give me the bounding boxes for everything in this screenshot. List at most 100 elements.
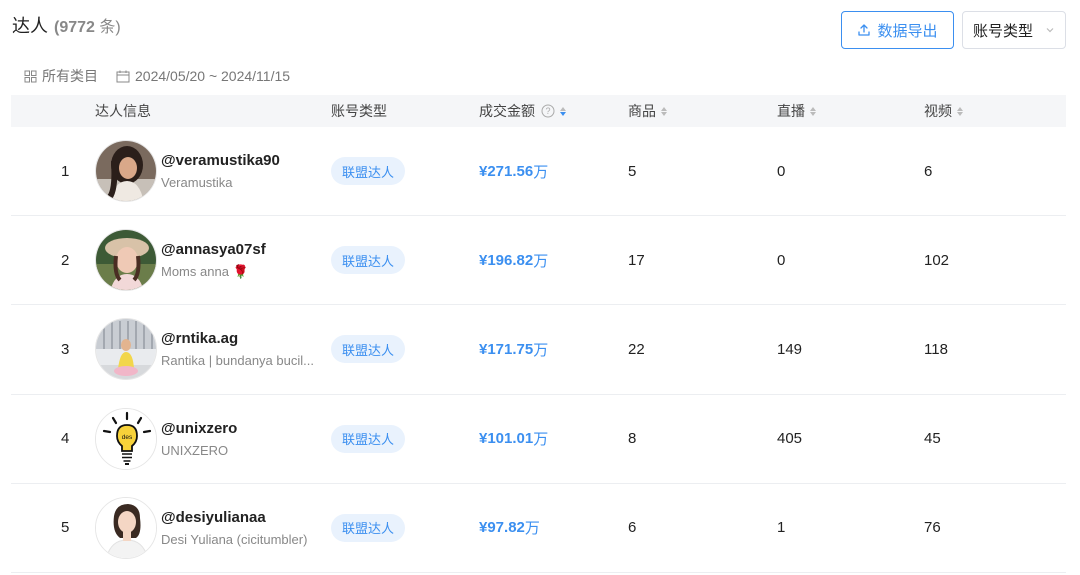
creator-nickname: Desi Yuliana (cicitumbler) — [161, 531, 308, 547]
video-cell: 102 — [924, 251, 950, 269]
avatar[interactable] — [95, 496, 157, 559]
grid-icon — [24, 70, 37, 82]
goods-cell: 5 — [628, 162, 637, 180]
sort-gmv-icon[interactable] — [560, 106, 566, 116]
creator-list-page: 达人 (9772 条) 数据导出 账号类型 所有类目 2024/05/20 ~ … — [0, 0, 1080, 575]
live-cell: 405 — [777, 430, 803, 448]
account-type-cell: 联盟达人 — [331, 305, 406, 393]
creator-info: @unixzero UNIXZERO — [161, 395, 237, 483]
sort-video-icon[interactable] — [957, 106, 963, 116]
creator-handle[interactable]: @desiyulianaa — [161, 509, 266, 526]
calendar-icon — [116, 70, 130, 82]
col-goods[interactable]: 商品 — [628, 101, 667, 121]
rank-cell: 3 — [61, 340, 70, 358]
creator-handle[interactable]: @unixzero — [161, 420, 237, 437]
count-number: 9772 — [59, 19, 95, 36]
account-type-select[interactable]: 账号类型 — [962, 11, 1066, 49]
goods-cell: 22 — [628, 340, 645, 358]
goods-cell: 17 — [628, 251, 645, 269]
rank-cell: 1 — [61, 162, 70, 180]
live-cell: 0 — [777, 162, 786, 180]
table-row[interactable]: 2 @annasya07sf Moms anna 🌹 联盟达人 ¥196.82 … — [11, 216, 1066, 306]
col-gmv[interactable]: 成交金额 ? — [479, 101, 566, 121]
gmv-cell: ¥97.82 万 — [479, 484, 540, 572]
creator-info: @annasya07sf Moms anna 🌹 — [161, 216, 266, 304]
filter-bar: 所有类目 2024/05/20 ~ 2024/11/15 — [24, 66, 290, 86]
video-cell: 6 — [924, 162, 933, 180]
gmv-unit: 万 — [533, 163, 549, 181]
title-wrap: 达人 (9772 条) — [12, 12, 121, 38]
date-range-filter[interactable]: 2024/05/20 ~ 2024/11/15 — [116, 68, 290, 84]
creator-handle[interactable]: @rntika.ag — [161, 330, 238, 347]
col-gmv-label: 成交金额 — [479, 103, 535, 119]
account-type-cell: 联盟达人 — [331, 395, 406, 483]
rank-cell: 4 — [61, 430, 70, 448]
gmv-cell: ¥171.75 万 — [479, 305, 548, 393]
avatar-image — [96, 141, 156, 202]
creator-handle[interactable]: @annasya07sf — [161, 241, 266, 258]
account-type-tag: 联盟达人 — [331, 157, 406, 186]
avatar-cell — [95, 216, 157, 304]
account-type-cell: 联盟达人 — [331, 127, 406, 215]
table-header: 达人信息 账号类型 成交金额 ? 商品 直播 视频 — [11, 95, 1066, 127]
table-row[interactable]: 3 @rntika.ag Rantika | bundanya bucil...… — [11, 305, 1066, 395]
table-row[interactable]: 5 @desiyulianaa Desi Yuliana (cicitumble… — [11, 484, 1066, 573]
avatar-cell — [95, 305, 157, 393]
export-label: 数据导出 — [877, 22, 938, 40]
col-account-type-label: 账号类型 — [331, 103, 387, 119]
count-unit: 条) — [94, 19, 121, 36]
creator-info: @desiyulianaa Desi Yuliana (cicitumbler) — [161, 484, 307, 572]
video-cell: 76 — [924, 519, 941, 537]
table-row[interactable]: 1 @veramustika90 Veramustika 联盟达人 ¥271.5… — [11, 127, 1066, 217]
sort-live-icon[interactable] — [810, 106, 816, 116]
account-type-cell: 联盟达人 — [331, 216, 406, 304]
gmv-value: ¥101.01 — [479, 430, 534, 448]
goods-cell: 8 — [628, 430, 637, 448]
svg-text:des: des — [122, 434, 133, 441]
sort-goods-icon[interactable] — [661, 106, 667, 116]
lightbulb-logo-icon: des — [96, 408, 156, 469]
live-cell: 0 — [777, 251, 786, 269]
page-title: 达人 — [12, 16, 48, 36]
upload-icon — [858, 24, 871, 36]
creator-handle[interactable]: @veramustika90 — [161, 152, 280, 169]
account-type-tag: 联盟达人 — [331, 335, 406, 364]
gmv-unit: 万 — [533, 341, 549, 359]
export-button[interactable]: 数据导出 — [841, 11, 954, 49]
avatar[interactable] — [95, 140, 157, 203]
category-label: 所有类目 — [42, 68, 98, 84]
avatar-image — [96, 230, 156, 291]
svg-text:?: ? — [545, 106, 550, 116]
avatar-image — [96, 497, 156, 558]
col-goods-label: 商品 — [628, 103, 656, 119]
gmv-unit: 万 — [533, 431, 549, 449]
account-type-cell: 联盟达人 — [331, 484, 406, 572]
col-account-type: 账号类型 — [331, 101, 387, 121]
account-type-tag: 联盟达人 — [331, 513, 406, 542]
creator-nickname: Rantika | bundanya bucil... — [161, 353, 314, 369]
col-live[interactable]: 直播 — [777, 101, 816, 121]
gmv-unit: 万 — [524, 520, 540, 538]
gmv-cell: ¥196.82 万 — [479, 216, 548, 304]
gmv-value: ¥171.75 — [479, 340, 534, 358]
category-filter[interactable]: 所有类目 — [24, 66, 98, 86]
goods-cell: 6 — [628, 519, 637, 537]
avatar[interactable]: des — [95, 407, 157, 470]
gmv-value: ¥271.56 — [479, 162, 534, 180]
col-video[interactable]: 视频 — [924, 101, 963, 121]
col-creator-info-label: 达人信息 — [95, 103, 151, 119]
result-count: (9772 条) — [54, 13, 121, 37]
creator-info: @veramustika90 Veramustika — [161, 127, 280, 215]
gmv-cell: ¥271.56 万 — [479, 127, 548, 215]
live-cell: 149 — [777, 340, 803, 358]
col-creator-info: 达人信息 — [95, 101, 151, 121]
avatar[interactable] — [95, 318, 157, 381]
gmv-value: ¥97.82 — [479, 519, 525, 537]
video-cell: 118 — [924, 340, 948, 358]
table-row[interactable]: 4 des @unixzero UNIXZERO 联盟达人 ¥101.01 万 … — [11, 395, 1066, 484]
col-video-label: 视频 — [924, 103, 952, 119]
avatar-image — [96, 319, 156, 380]
account-type-tag: 联盟达人 — [331, 246, 406, 275]
help-icon[interactable]: ? — [541, 104, 555, 118]
avatar[interactable] — [95, 229, 157, 292]
